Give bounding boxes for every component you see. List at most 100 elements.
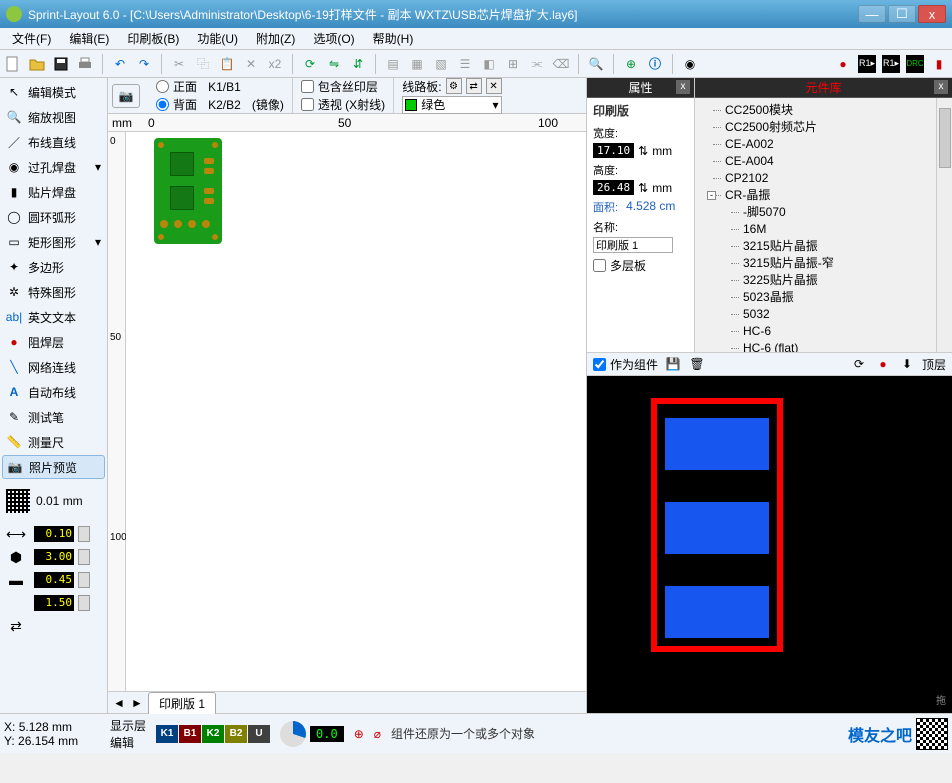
tool-measure[interactable]: 📏测量尺 [2, 430, 105, 454]
print-icon[interactable] [76, 55, 94, 73]
tool-zoom[interactable]: 🔍缩放视图 [2, 105, 105, 129]
new-icon[interactable] [4, 55, 22, 73]
copy-icon[interactable]: ⿻ [194, 55, 212, 73]
tool-via[interactable]: ◉过孔焊盘▾ [2, 155, 105, 179]
flipv-icon[interactable]: ⇵ [349, 55, 367, 73]
tree-item[interactable]: CE-A002 [697, 136, 950, 153]
cut-icon[interactable]: ✂ [170, 55, 188, 73]
menu-addon[interactable]: 附加(Z) [248, 28, 303, 49]
tree-item[interactable]: CC2500模块 [697, 102, 950, 119]
spin-icon[interactable] [78, 595, 90, 611]
spin-icon[interactable] [78, 572, 90, 588]
drc-icon[interactable]: DRC [906, 55, 924, 73]
refresh-icon[interactable]: ⟳ [850, 355, 868, 373]
tool-probe[interactable]: ✎测试笔 [2, 405, 105, 429]
layer-label[interactable]: 顶层 [922, 356, 946, 373]
layer-icon[interactable]: ☰ [456, 55, 474, 73]
silk-check[interactable]: 包含丝印层 [301, 78, 385, 95]
tool-poly[interactable]: ✦多边形 [2, 255, 105, 279]
align-icon[interactable]: ▤ [384, 55, 402, 73]
name-input[interactable] [593, 237, 673, 253]
target2-icon[interactable]: ⊕ [354, 727, 364, 741]
layer-b1[interactable]: B1 [179, 725, 201, 743]
minimize-button[interactable]: — [858, 5, 886, 23]
search-icon[interactable]: 🔍 [587, 55, 605, 73]
delete-comp-icon[interactable]: 🗑 [688, 355, 706, 373]
lineflip-button[interactable]: ⇄ [466, 78, 482, 94]
tool-preview[interactable]: 📷照片预览 [2, 455, 105, 479]
color-combo[interactable]: 绿色▾ [402, 96, 501, 114]
snap-icon[interactable]: ⊞ [504, 55, 522, 73]
tool-rect[interactable]: ▭矩形图形▾ [2, 230, 105, 254]
tool-text[interactable]: ab|英文文本 [2, 305, 105, 329]
trackwidth-field[interactable]: ⟷0.10 [2, 524, 105, 544]
menu-help[interactable]: 帮助(H) [365, 28, 422, 49]
collapse-icon[interactable]: - [707, 191, 716, 200]
tree-item[interactable]: HC-6 [697, 323, 950, 340]
tab-next[interactable]: ► [130, 696, 144, 710]
warn-icon[interactable]: ▮ [930, 55, 948, 73]
xray-check[interactable]: 透视 (X射线) [301, 96, 385, 113]
layer-k1[interactable]: K1 [156, 725, 178, 743]
info-icon[interactable]: ⓘ [646, 55, 664, 73]
layer-b2[interactable]: B2 [225, 725, 247, 743]
tree-item[interactable]: 3225贴片晶振 [697, 272, 950, 289]
as-component-check[interactable]: 作为组件 [593, 356, 658, 373]
redo-icon[interactable]: ↷ [135, 55, 153, 73]
group-icon[interactable]: ▦ [408, 55, 426, 73]
lib-close[interactable]: x [934, 80, 948, 94]
layer-u[interactable]: U [248, 725, 270, 743]
r1-icon[interactable]: R1▸ [858, 55, 876, 73]
close-button[interactable]: x [918, 5, 946, 23]
open-icon[interactable] [28, 55, 46, 73]
spin-icon[interactable] [78, 549, 90, 565]
undo-icon[interactable]: ↶ [111, 55, 129, 73]
smd-w-field[interactable]: ▬0.45 [2, 570, 105, 590]
back-radio[interactable]: 背面 K2/B2 (镜像) [156, 96, 284, 113]
tool-track[interactable]: ／布线直线 [2, 130, 105, 154]
misc-icon[interactable]: ◧ [480, 55, 498, 73]
spin-icon[interactable] [78, 526, 90, 542]
delete-icon[interactable]: ✕ [242, 55, 260, 73]
tree-item[interactable]: 3215贴片晶振-窄 [697, 255, 950, 272]
tool-arc[interactable]: ◯圆环弧形 [2, 205, 105, 229]
tool-edit[interactable]: ↖编辑模式 [2, 80, 105, 104]
linecfg-button[interactable]: ⚙ [446, 78, 462, 94]
component-preview[interactable]: 拖 [587, 376, 952, 713]
record-icon[interactable]: ● [874, 355, 892, 373]
target-icon[interactable]: ⊕ [622, 55, 640, 73]
tree-item[interactable]: 16M [697, 221, 950, 238]
save-comp-icon[interactable]: 💾 [664, 355, 682, 373]
layer-k2[interactable]: K2 [202, 725, 224, 743]
width-value[interactable]: 17.10 [593, 143, 634, 158]
maximize-button[interactable]: ☐ [888, 5, 916, 23]
del2-icon[interactable]: ⌫ [552, 55, 570, 73]
tool-net[interactable]: ╲网络连线 [2, 355, 105, 379]
swap-field[interactable]: ⇄ [2, 616, 105, 636]
props-close[interactable]: x [676, 80, 690, 94]
rotate-icon[interactable]: ⟳ [301, 55, 319, 73]
tree-item[interactable]: 5023晶振 [697, 289, 950, 306]
menu-edit[interactable]: 编辑(E) [61, 28, 117, 49]
tool-special[interactable]: ✲特殊图形 [2, 280, 105, 304]
macro-icon[interactable]: ◉ [681, 55, 699, 73]
spin-icon[interactable]: ⇅ [638, 181, 648, 195]
tree-item[interactable]: -脚5070 [697, 204, 950, 221]
cross-icon[interactable]: ⌀ [374, 727, 381, 741]
menu-option[interactable]: 选项(O) [305, 28, 362, 49]
menu-pcb[interactable]: 印刷板(B) [119, 28, 187, 49]
front-radio[interactable]: 正面 K1/B1 [156, 78, 284, 95]
tab-board[interactable]: 印刷版 1 [148, 692, 216, 714]
tool-autoroute[interactable]: A自动布线 [2, 380, 105, 404]
tree-item[interactable]: CP2102 [697, 170, 950, 187]
fliph-icon[interactable]: ⇋ [325, 55, 343, 73]
gauge-icon[interactable] [280, 721, 306, 747]
tree-scrollbar[interactable] [936, 98, 952, 352]
multilayer-check[interactable]: 多层板 [593, 257, 688, 274]
padsize-field[interactable]: ⬢3.00 [2, 547, 105, 567]
tree-item[interactable]: CE-A004 [697, 153, 950, 170]
download-icon[interactable]: ⬇ [898, 355, 916, 373]
spin-icon[interactable]: ⇅ [638, 144, 648, 158]
library-tree[interactable]: CC2500模块 CC2500射频芯片 CE-A002 CE-A004 CP21… [695, 98, 952, 352]
tree-item[interactable]: HC-6 (flat) [697, 340, 950, 352]
